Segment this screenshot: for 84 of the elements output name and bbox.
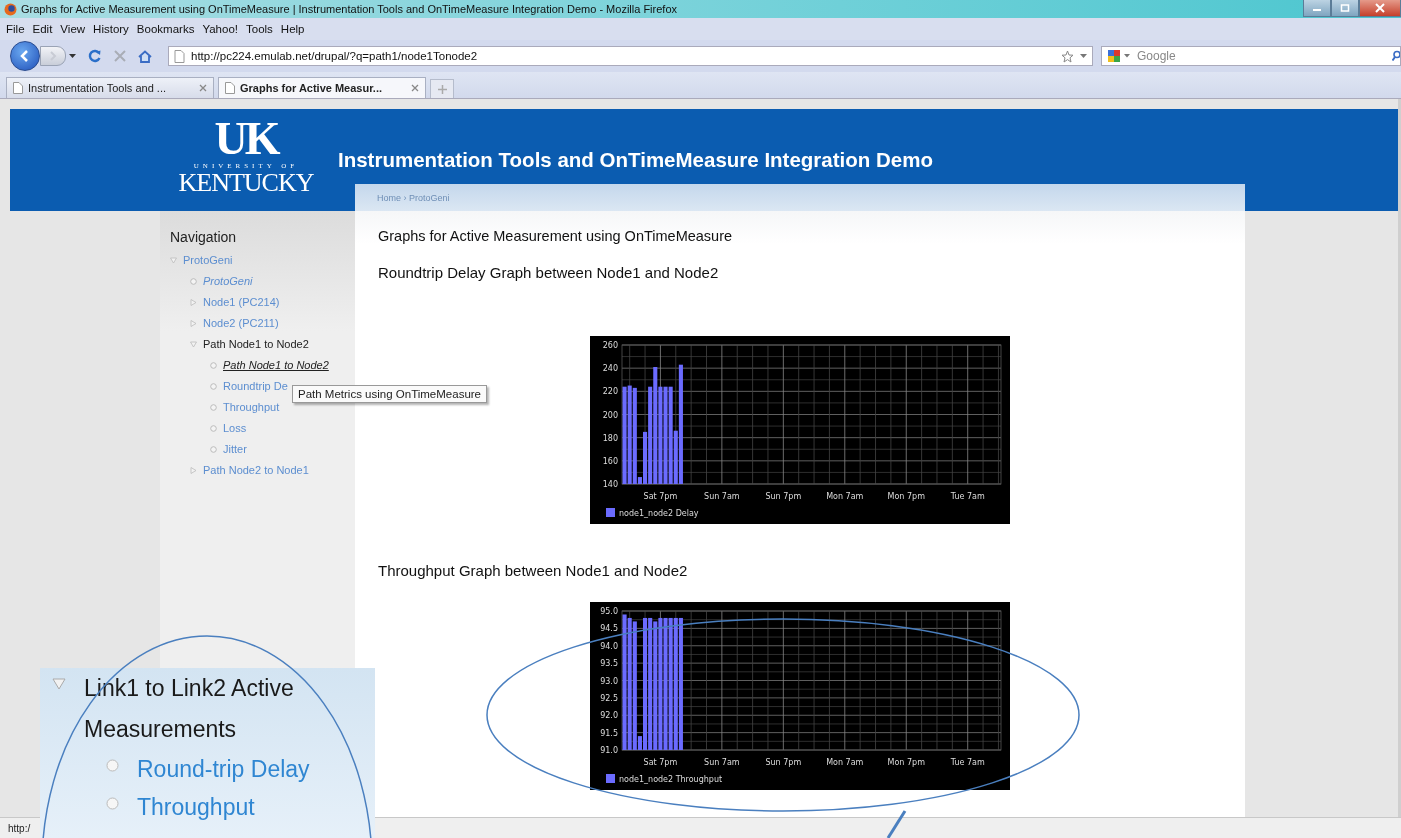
tooltip: Path Metrics using OnTimeMeasure xyxy=(292,385,487,403)
browser-tab[interactable]: Graphs for Active Measur... xyxy=(218,77,426,98)
axis-label: 260 xyxy=(602,341,618,350)
status-text: http:/ xyxy=(8,822,31,834)
menu-item[interactable]: Edit xyxy=(32,23,53,35)
minimize-button[interactable] xyxy=(1303,0,1331,17)
caret-icon[interactable] xyxy=(69,53,76,59)
section-title: Throughput Graph between Node1 and Node2 xyxy=(378,562,689,579)
bullet-icon xyxy=(210,425,217,432)
legend-label: node1_node2 Delay xyxy=(619,509,699,518)
menu-item[interactable]: Bookmarks xyxy=(136,23,195,35)
axis-label: 91.5 xyxy=(600,728,618,738)
axis-label: Mon 7am xyxy=(826,492,864,501)
new-tab-button[interactable] xyxy=(430,79,454,98)
axis-label: 240 xyxy=(602,364,618,374)
navigation-heading: Navigation xyxy=(170,229,238,245)
bullet-icon xyxy=(210,362,217,369)
axis-label: 93.0 xyxy=(600,676,618,686)
window-title: Graphs for Active Measurement using OnTimeMeasure | Instrumentation Tools and OnTimeMeasure Integration Demo - Mozilla Firefox xyxy=(21,3,677,15)
axis-label: 92.0 xyxy=(600,711,618,721)
breadcrumb-bar: Home › ProtoGeni xyxy=(355,184,1245,211)
site-title: Instrumentation Tools and OnTimeMeasure Integration Demo xyxy=(338,148,933,172)
maximize-icon xyxy=(1340,4,1350,12)
axis-label: Sun 7pm xyxy=(765,758,802,767)
axis-label: Sun 7am xyxy=(704,492,740,501)
axis-label: 140 xyxy=(602,480,618,489)
axis-label: 91.0 xyxy=(600,746,618,755)
plus-icon xyxy=(437,84,447,94)
page-icon xyxy=(13,82,23,94)
back-button[interactable] xyxy=(10,41,40,71)
bullet-icon xyxy=(190,278,197,285)
axis-label: Mon 7am xyxy=(826,758,864,767)
menu-item[interactable]: View xyxy=(60,23,86,35)
axis-label: Sun 7am xyxy=(704,758,740,767)
axis-label: 180 xyxy=(602,433,618,443)
bullet-icon xyxy=(210,404,217,411)
axis-label: 94.5 xyxy=(600,624,618,634)
nav-link[interactable]: Path Node1 to Node2 xyxy=(223,357,329,374)
caret-icon[interactable] xyxy=(1080,53,1087,59)
firefox-icon xyxy=(4,2,17,16)
axis-label: 220 xyxy=(602,387,618,397)
axis-label: 92.5 xyxy=(600,693,618,703)
page-heading: Graphs for Active Measurement using OnTimeMeasure xyxy=(378,228,734,244)
page-icon xyxy=(174,49,185,63)
bullet-icon xyxy=(210,446,217,453)
search-icon[interactable] xyxy=(1392,50,1400,62)
close-icon[interactable] xyxy=(411,84,419,92)
menu-item[interactable]: Yahoo! xyxy=(202,23,238,35)
axis-label: Mon 7pm xyxy=(887,758,925,767)
menu-item[interactable]: History xyxy=(93,23,129,35)
maximize-button[interactable] xyxy=(1331,0,1359,17)
expanded-arrow-icon[interactable] xyxy=(52,678,66,690)
axis-label: 160 xyxy=(602,456,618,466)
menu-item[interactable]: Help xyxy=(280,23,305,35)
axis-label: Sat 7pm xyxy=(643,758,678,767)
axis-label: 94.0 xyxy=(600,641,618,651)
axis-label: Sat 7pm xyxy=(643,492,678,501)
section-title: Roundtrip Delay Graph between Node1 and Node2 xyxy=(378,264,720,281)
star-icon[interactable] xyxy=(1061,49,1074,63)
axis-label: Tue 7am xyxy=(950,758,985,767)
address-field[interactable]: http://pc224.emulab.net/drupal/?q=path1/node1Tonode2 xyxy=(168,46,1093,66)
menu-item[interactable]: Tools xyxy=(246,23,273,35)
axis-label: Tue 7am xyxy=(950,492,985,501)
bullet-icon xyxy=(106,797,119,810)
close-icon[interactable] xyxy=(199,84,207,92)
axis-label: 93.5 xyxy=(600,659,618,669)
bullet-icon xyxy=(106,759,119,772)
legend-label: node1_node2 Throughput xyxy=(619,775,723,784)
browser-tab[interactable]: Instrumentation Tools and ... xyxy=(6,77,214,98)
axis-label: Sun 7pm xyxy=(765,492,802,501)
menu-item[interactable]: File xyxy=(6,23,25,35)
page-icon xyxy=(225,82,235,94)
axis-label: 95.0 xyxy=(600,607,618,616)
nav-link[interactable]: Path Node1 to Node2 xyxy=(203,336,309,353)
close-button[interactable] xyxy=(1359,0,1401,17)
home-icon[interactable] xyxy=(138,49,152,63)
google-icon[interactable] xyxy=(1107,49,1121,63)
caret-icon[interactable] xyxy=(1124,54,1130,58)
bullet-icon xyxy=(210,383,217,390)
axis-label: Mon 7pm xyxy=(887,492,925,501)
close-icon xyxy=(1375,3,1385,13)
axis-label: 200 xyxy=(602,410,618,420)
reload-icon[interactable] xyxy=(88,49,102,63)
search-field[interactable]: Google xyxy=(1101,46,1401,66)
